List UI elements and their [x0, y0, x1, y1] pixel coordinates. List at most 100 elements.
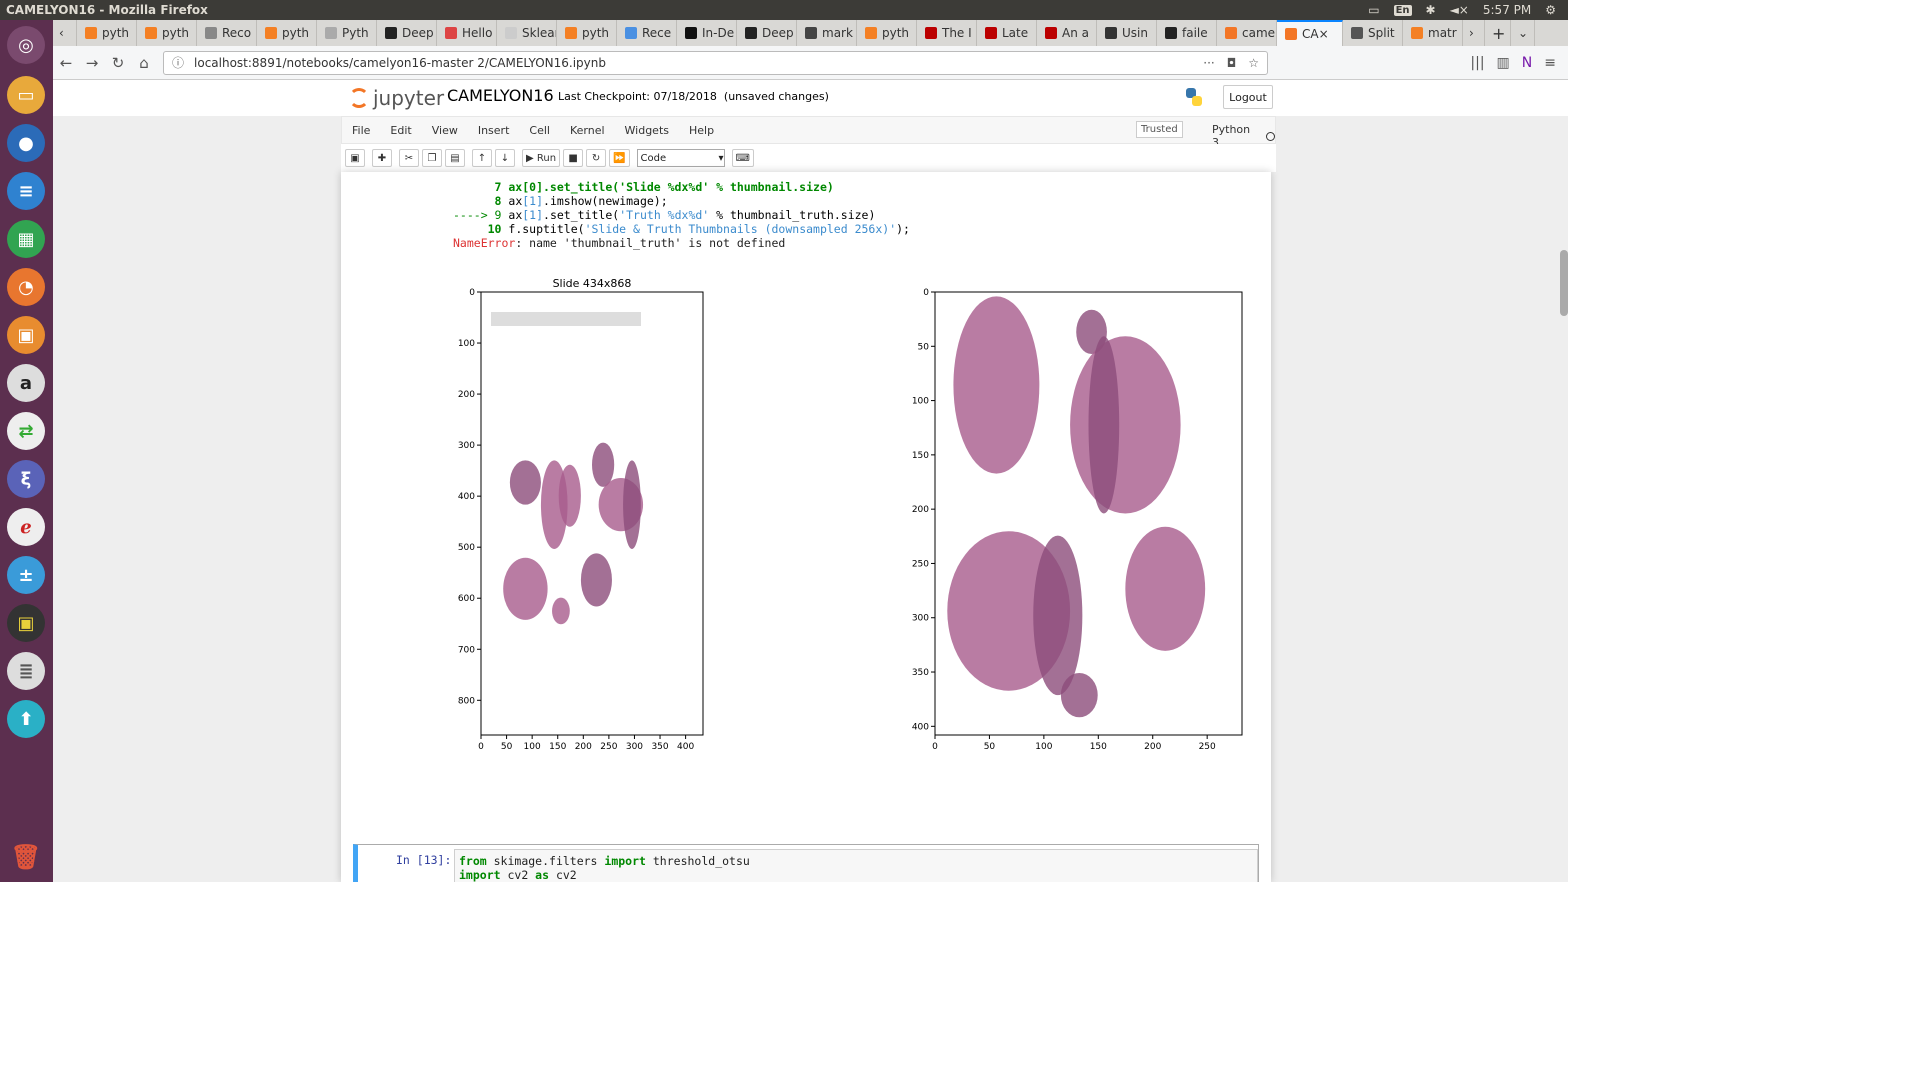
page-scrollbar[interactable]: [1560, 250, 1568, 316]
calculator-icon[interactable]: ±: [7, 556, 45, 594]
browser-tab[interactable]: Deep: [737, 20, 797, 46]
move-down-icon[interactable]: ↓: [495, 149, 515, 167]
browser-tab[interactable]: Late: [977, 20, 1037, 46]
pocket-icon[interactable]: ◘: [1227, 56, 1237, 70]
vpn-icon[interactable]: ▣: [7, 604, 45, 642]
notebook-name[interactable]: CAMELYON16: [447, 86, 554, 105]
cell-type-value: Code: [640, 152, 667, 164]
library-icon[interactable]: |||: [1470, 55, 1484, 71]
browser-tab[interactable]: Deep: [377, 20, 437, 46]
insert-cell-icon[interactable]: ✚: [372, 149, 392, 167]
browser-tab[interactable]: Pyth: [317, 20, 377, 46]
tab-scroll-left[interactable]: ‹: [53, 20, 77, 46]
browser-tab[interactable]: pyth: [77, 20, 137, 46]
forward-icon[interactable]: →: [79, 54, 105, 72]
menu-kernel[interactable]: Kernel: [560, 124, 615, 137]
settings-toggle-icon[interactable]: ⇄: [7, 412, 45, 450]
browser-tab[interactable]: An a: [1037, 20, 1097, 46]
menu-icon[interactable]: ≡: [1544, 55, 1556, 71]
browser-tab[interactable]: pyth: [857, 20, 917, 46]
tab-scroll-right[interactable]: ›: [1463, 20, 1485, 46]
onenote-icon[interactable]: N: [1522, 55, 1532, 71]
close-tab-icon[interactable]: ×: [1319, 27, 1329, 41]
browser-tab[interactable]: matr: [1403, 20, 1463, 46]
browser-tab[interactable]: Hello: [437, 20, 497, 46]
url-text[interactable]: localhost:8891/notebooks/camelyon16-mast…: [194, 56, 606, 70]
cell-type-select[interactable]: Code ▾: [636, 149, 725, 167]
browser-tab[interactable]: mark: [797, 20, 857, 46]
tab-list-button[interactable]: ⌄: [1511, 20, 1535, 46]
x-tick-label: 400: [677, 742, 694, 752]
screen-icon[interactable]: ▭: [1368, 3, 1379, 17]
tissue-region: [580, 553, 612, 607]
browser-tab[interactable]: pyth: [137, 20, 197, 46]
browser-tab[interactable]: Split: [1343, 20, 1403, 46]
new-tab-button[interactable]: +: [1485, 20, 1511, 46]
text-editor-icon[interactable]: ≣: [7, 652, 45, 690]
cut-icon[interactable]: ✂: [399, 149, 419, 167]
favicon-icon: [265, 27, 277, 39]
updater-icon[interactable]: ⬆: [7, 700, 45, 738]
firefox-icon[interactable]: ●: [7, 124, 45, 162]
address-bar[interactable]: ⓘ localhost:8891/notebooks/camelyon16-ma…: [163, 50, 1268, 75]
trusted-indicator[interactable]: Trusted: [1136, 121, 1183, 138]
browser-tab[interactable]: Usin: [1097, 20, 1157, 46]
impress-icon[interactable]: ◔: [7, 268, 45, 306]
browser-tab[interactable]: The I: [917, 20, 977, 46]
menu-widgets[interactable]: Widgets: [615, 124, 679, 137]
jupyter-logo[interactable]: jupyter: [349, 86, 444, 110]
browser-tab[interactable]: pyth: [557, 20, 617, 46]
fast-forward-icon[interactable]: ⏩: [609, 149, 630, 167]
browser-tab[interactable]: Rece: [617, 20, 677, 46]
browser-tab[interactable]: Sklearn: [497, 20, 557, 46]
ubuntu-dash-icon[interactable]: ◎: [7, 26, 45, 64]
page-actions-icon[interactable]: ···: [1203, 56, 1214, 70]
move-up-icon[interactable]: ↑: [472, 149, 492, 167]
volume-icon[interactable]: ◄×: [1450, 3, 1469, 17]
calc-icon[interactable]: ▦: [7, 220, 45, 258]
browser-tab[interactable]: In-De: [677, 20, 737, 46]
bluetooth-icon[interactable]: ✱: [1426, 3, 1436, 17]
software-center-icon[interactable]: ▣: [7, 316, 45, 354]
browser-tab[interactable]: CA ×: [1277, 20, 1343, 46]
home-icon[interactable]: ⌂: [131, 54, 157, 72]
browser-tab[interactable]: came: [1217, 20, 1277, 46]
pdf-editor-icon[interactable]: ℯ: [7, 508, 45, 546]
clock[interactable]: 5:57 PM: [1483, 3, 1531, 17]
writer-icon[interactable]: ≡: [7, 172, 45, 210]
x-tick-label: 150: [1090, 742, 1107, 752]
trash-icon[interactable]: 🗑: [7, 838, 45, 876]
reload-icon[interactable]: ↻: [105, 54, 131, 72]
browser-tab[interactable]: Reco: [197, 20, 257, 46]
stop-icon[interactable]: ■: [563, 149, 584, 167]
menu-file[interactable]: File: [342, 124, 380, 137]
files-icon[interactable]: ▭: [7, 76, 45, 114]
emacs-icon[interactable]: ξ: [7, 460, 45, 498]
amazon-icon[interactable]: a: [7, 364, 45, 402]
menu-view[interactable]: View: [422, 124, 468, 137]
browser-tab[interactable]: faile: [1157, 20, 1217, 46]
copy-icon[interactable]: ❐: [422, 149, 442, 167]
paste-icon[interactable]: ▤: [445, 149, 465, 167]
menu-cell[interactable]: Cell: [519, 124, 560, 137]
x-tick-label: 150: [549, 742, 566, 752]
restart-icon[interactable]: ↻: [586, 149, 607, 167]
menu-insert[interactable]: Insert: [468, 124, 520, 137]
menu-help[interactable]: Help: [679, 124, 724, 137]
back-icon[interactable]: ←: [53, 54, 79, 72]
browser-tab[interactable]: pyth: [257, 20, 317, 46]
cell-input[interactable]: from skimage.filters import threshold_ot…: [454, 849, 1258, 882]
menu-edit[interactable]: Edit: [380, 124, 421, 137]
tab-label: mark: [822, 26, 853, 40]
save-icon[interactable]: ▣: [345, 149, 365, 167]
gear-icon[interactable]: ⚙: [1545, 3, 1556, 17]
run-button[interactable]: ▶ Run: [522, 149, 561, 167]
keyboard-icon[interactable]: ⌨: [731, 149, 754, 167]
code-cell-13[interactable]: In [13]: from skimage.filters import thr…: [353, 844, 1259, 882]
site-info-icon[interactable]: ⓘ: [172, 54, 184, 71]
logout-button[interactable]: Logout: [1223, 85, 1273, 109]
sidebar-icon[interactable]: ▥: [1497, 55, 1510, 71]
bookmark-star-icon[interactable]: ☆: [1248, 56, 1259, 70]
favicon-icon: [325, 27, 337, 39]
keyboard-layout[interactable]: En: [1393, 4, 1412, 16]
